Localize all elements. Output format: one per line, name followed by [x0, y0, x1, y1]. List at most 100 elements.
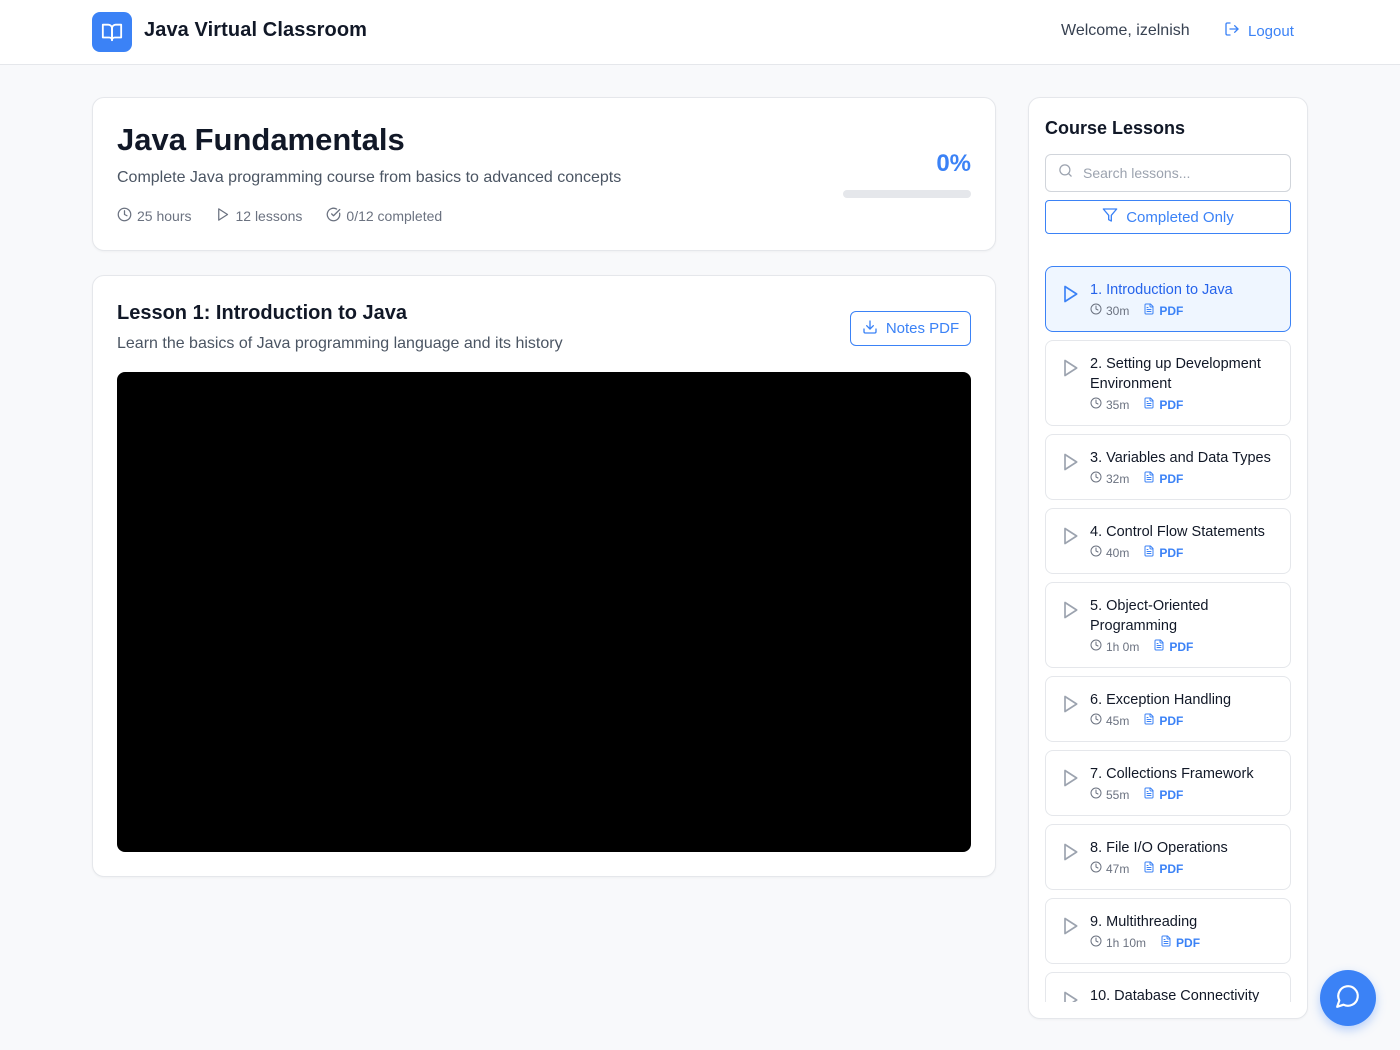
lesson-pdf-link[interactable]: PDF [1143, 471, 1183, 486]
lesson-item[interactable]: 3. Variables and Data Types 32m PDF [1045, 434, 1291, 500]
search-icon [1058, 163, 1073, 183]
file-text-icon [1143, 545, 1155, 560]
course-meta: 25 hours 12 lessons 0/12 completed [117, 207, 442, 225]
lesson-pdf-link[interactable]: PDF [1143, 397, 1183, 412]
lesson-pdf-link[interactable]: PDF [1143, 713, 1183, 728]
lesson-item-duration: 32m [1106, 471, 1130, 486]
lesson-item-label: 3. Variables and Data Types [1090, 450, 1271, 466]
lesson-item-label: 8. File I/O Operations [1090, 840, 1228, 856]
lesson-item-meta: 30m PDF [1090, 303, 1183, 318]
lesson-pdf-label: PDF [1169, 639, 1194, 654]
book-open-icon [92, 12, 132, 52]
lesson-item[interactable]: 2. Setting up Development Environment 35m… [1045, 340, 1291, 426]
lesson-pdf-link[interactable]: PDF [1143, 787, 1183, 802]
lesson-pdf-label: PDF [1159, 303, 1184, 318]
filter-icon [1102, 207, 1118, 227]
logout-label: Logout [1248, 22, 1294, 40]
lesson-item-duration: 35m [1106, 397, 1130, 412]
lesson-item[interactable]: 9. Multithreading 1h 10m PDF [1045, 898, 1291, 964]
search-box [1045, 154, 1291, 192]
lesson-item-meta: 1h 0m PDF [1090, 639, 1193, 654]
lesson-item-label: 1. Introduction to Java [1090, 282, 1233, 298]
completed-only-filter-button[interactable]: Completed Only [1045, 200, 1291, 234]
lesson-item-label: 4. Control Flow Statements [1090, 524, 1265, 540]
clock-icon [1090, 471, 1102, 486]
lesson-item-meta: 45m PDF [1090, 713, 1183, 728]
lesson-player-card: Lesson 1: Introduction to Java Learn the… [92, 275, 996, 877]
check-circle-icon [326, 207, 341, 225]
lesson-item-meta: 1h 10m PDF [1090, 935, 1200, 950]
lesson-pdf-link[interactable]: PDF [1153, 639, 1193, 654]
notes-pdf-label: Notes PDF [885, 320, 960, 337]
chat-button[interactable] [1320, 970, 1376, 1026]
lesson-item-label: 2. Setting up Development Environment [1090, 356, 1261, 392]
lesson-item[interactable]: 8. File I/O Operations 47m PDF [1045, 824, 1291, 890]
clock-icon [1090, 545, 1102, 560]
play-icon [1060, 990, 1080, 1002]
lesson-pdf-label: PDF [1159, 787, 1184, 802]
course-lessons-label: 12 lessons [235, 208, 303, 224]
lesson-pdf-link[interactable]: PDF [1143, 861, 1183, 876]
lesson-pdf-link[interactable]: PDF [1143, 303, 1183, 318]
clock-icon [1090, 935, 1102, 950]
play-icon [1060, 358, 1080, 383]
top-header: Java Virtual Classroom Welcome, izelnish… [0, 0, 1400, 65]
clock-icon [1090, 713, 1102, 728]
lesson-item-duration: 1h 0m [1106, 639, 1140, 654]
course-info-card: Java Fundamentals Complete Java programm… [92, 97, 996, 251]
course-lessons-count: 12 lessons [215, 207, 302, 225]
welcome-text: Welcome, izelnish [1061, 22, 1190, 39]
lesson-pdf-label: PDF [1159, 397, 1184, 412]
lesson-pdf-link[interactable]: PDF [1143, 545, 1183, 560]
course-title: Java Fundamentals [117, 122, 405, 157]
lesson-item[interactable]: 6. Exception Handling 45m PDF [1045, 676, 1291, 742]
video-player[interactable] [117, 372, 971, 852]
file-text-icon [1143, 397, 1155, 412]
file-text-icon [1143, 787, 1155, 802]
lesson-item[interactable]: 7. Collections Framework 55m PDF [1045, 750, 1291, 816]
search-input[interactable] [1083, 165, 1273, 181]
clock-icon [1090, 861, 1102, 876]
lesson-title: Lesson 1: Introduction to Java [117, 302, 408, 324]
play-icon [1060, 526, 1080, 551]
lesson-item-meta: 40m PDF [1090, 545, 1183, 560]
file-text-icon [1153, 639, 1165, 654]
lesson-pdf-label: PDF [1176, 935, 1201, 950]
lesson-description: Learn the basics of Java programming lan… [117, 335, 563, 352]
file-text-icon [1143, 713, 1155, 728]
lesson-pdf-label: PDF [1159, 713, 1184, 728]
play-icon [1060, 284, 1080, 309]
file-text-icon [1143, 861, 1155, 876]
play-icon [1060, 694, 1080, 719]
clock-icon [1090, 397, 1102, 412]
lesson-item-label: 6. Exception Handling [1090, 692, 1232, 708]
lesson-item-duration: 45m [1106, 713, 1130, 728]
progress-percent: 0% [936, 150, 971, 177]
lesson-item-duration: 55m [1106, 787, 1130, 802]
lesson-item[interactable]: 5. Object-Oriented Programming 1h 0m PDF [1045, 582, 1291, 668]
lesson-item-label: 10. Database Connectivity [1090, 988, 1260, 1002]
lesson-item[interactable]: 4. Control Flow Statements 40m PDF [1045, 508, 1291, 574]
lesson-item-meta: 35m PDF [1090, 397, 1183, 412]
lesson-item[interactable]: 1. Introduction to Java 30m PDF [1045, 266, 1291, 332]
clock-icon [1090, 639, 1102, 654]
lesson-pdf-link[interactable]: PDF [1160, 935, 1200, 950]
notes-pdf-button[interactable]: Notes PDF [850, 311, 971, 346]
lesson-item[interactable]: 10. Database Connectivity [1045, 972, 1291, 1002]
clock-icon [1090, 787, 1102, 802]
file-text-icon [1143, 303, 1155, 318]
lesson-item-meta: 47m PDF [1090, 861, 1183, 876]
lesson-item-label: 7. Collections Framework [1090, 766, 1254, 782]
message-circle-icon [1335, 983, 1361, 1014]
clock-icon [117, 207, 132, 225]
course-hours: 25 hours [117, 207, 191, 225]
course-completed: 0/12 completed [326, 207, 442, 225]
logout-button[interactable]: Logout [1224, 21, 1294, 41]
course-description: Complete Java programming course from ba… [117, 169, 622, 186]
lesson-pdf-label: PDF [1159, 861, 1184, 876]
course-lessons-sidebar: Course Lessons Completed Only 1. Introdu… [1028, 97, 1308, 1019]
progress-bar [843, 190, 971, 198]
app-title: Java Virtual Classroom [144, 19, 368, 41]
lesson-item-duration: 30m [1106, 303, 1130, 318]
filter-label: Completed Only [1126, 208, 1234, 226]
